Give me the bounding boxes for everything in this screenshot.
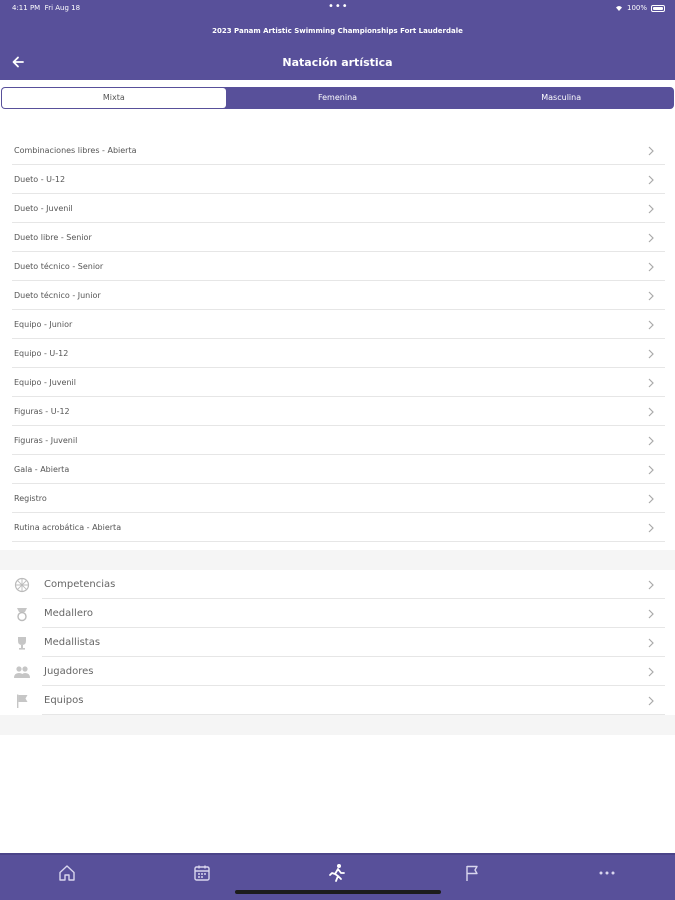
event-row[interactable]: Gala - Abierta <box>0 455 675 484</box>
chevron-right-icon <box>648 175 654 185</box>
event-label: Dueto - Juvenil <box>14 204 73 213</box>
chevron-right-icon <box>648 465 654 475</box>
menu-item-jugadores[interactable]: Jugadores <box>0 657 675 686</box>
competitions-icon <box>12 576 32 594</box>
event-row[interactable]: Dueto - Juvenil <box>0 194 675 223</box>
flag-icon <box>466 865 478 881</box>
chevron-right-icon <box>648 523 654 533</box>
event-label: Dueto técnico - Junior <box>14 291 101 300</box>
event-label: Dueto libre - Senior <box>14 233 92 242</box>
status-bar: 4:11 PM Fri Aug 18 ••• 100% <box>0 0 675 18</box>
event-row[interactable]: Equipo - Junior <box>0 310 675 339</box>
event-row[interactable]: Registro <box>0 484 675 513</box>
chevron-right-icon <box>648 320 654 330</box>
gender-segmented-control: Mixta Femenina Masculina <box>1 87 674 109</box>
menu-item-medallero[interactable]: Medallero <box>0 599 675 628</box>
chevron-right-icon <box>648 609 654 619</box>
tab-teams[interactable] <box>460 861 484 885</box>
event-row[interactable]: Rutina acrobática - Abierta <box>0 513 675 542</box>
battery-percent: 100% <box>626 4 647 12</box>
chevron-right-icon <box>648 146 654 156</box>
tab-home[interactable] <box>55 861 79 885</box>
menu-item-equipos[interactable]: Equipos <box>0 686 675 715</box>
flag-icon <box>12 692 32 710</box>
chevron-right-icon <box>648 291 654 301</box>
segment-mixta[interactable]: Mixta <box>2 88 226 108</box>
section-separator <box>0 715 675 735</box>
multitasking-dots-icon[interactable]: ••• <box>328 1 349 12</box>
trophy-icon <box>12 634 32 652</box>
event-label: Rutina acrobática - Abierta <box>14 523 122 532</box>
chevron-right-icon <box>648 407 654 417</box>
event-row[interactable]: Dueto técnico - Senior <box>0 252 675 281</box>
chevron-right-icon <box>648 204 654 214</box>
menu-item-label: Equipos <box>44 695 84 706</box>
chevron-right-icon <box>648 638 654 648</box>
chevron-right-icon <box>648 436 654 446</box>
event-row[interactable]: Dueto técnico - Junior <box>0 281 675 310</box>
sport-menu-list: Competencias Medallero Medallistas Jugad… <box>0 570 675 715</box>
medal-table-icon <box>12 605 32 623</box>
event-label: Figuras - U-12 <box>14 407 70 416</box>
section-separator <box>0 550 675 570</box>
menu-item-medallistas[interactable]: Medallistas <box>0 628 675 657</box>
players-icon <box>12 663 32 681</box>
segment-femenina[interactable]: Femenina <box>226 88 450 108</box>
home-icon <box>59 865 75 881</box>
chevron-right-icon <box>648 696 654 706</box>
chevron-right-icon <box>648 233 654 243</box>
chevron-right-icon <box>648 349 654 359</box>
event-label: Registro <box>14 494 47 503</box>
event-label: Gala - Abierta <box>14 465 70 474</box>
chevron-right-icon <box>648 262 654 272</box>
runner-icon <box>329 864 345 882</box>
event-row[interactable]: Combinaciones libres - Abierta <box>0 136 675 165</box>
segment-bar: Mixta Femenina Masculina <box>0 80 675 112</box>
tab-schedule[interactable] <box>190 861 214 885</box>
status-right: 100% <box>615 4 665 12</box>
chevron-right-icon <box>648 378 654 388</box>
page-title: Natación artística <box>282 56 393 69</box>
event-row[interactable]: Figuras - Juvenil <box>0 426 675 455</box>
tab-sports[interactable] <box>325 861 349 885</box>
calendar-icon <box>194 865 210 881</box>
event-label: Equipo - Junior <box>14 320 73 329</box>
event-label: Equipo - U-12 <box>14 349 69 358</box>
event-row[interactable]: Dueto - U-12 <box>0 165 675 194</box>
more-icon <box>599 871 615 875</box>
chevron-right-icon <box>648 667 654 677</box>
app-title: 2023 Panam Artistic Swimming Championshi… <box>0 18 675 44</box>
event-row[interactable]: Equipo - U-12 <box>0 339 675 368</box>
wifi-icon <box>615 6 622 11</box>
event-label: Combinaciones libres - Abierta <box>14 146 137 155</box>
battery-icon <box>651 4 665 12</box>
event-label: Equipo - Juvenil <box>14 378 76 387</box>
chevron-right-icon <box>648 494 654 504</box>
status-time: 4:11 PM Fri Aug 18 <box>12 4 81 12</box>
event-row[interactable]: Figuras - U-12 <box>0 397 675 426</box>
nav-header: Natación artística <box>0 44 675 80</box>
menu-item-label: Competencias <box>44 579 116 590</box>
event-label: Dueto - U-12 <box>14 175 66 184</box>
event-label: Dueto técnico - Senior <box>14 262 104 271</box>
menu-item-label: Medallistas <box>44 637 101 648</box>
events-list: Combinaciones libres - Abierta Dueto - U-… <box>0 136 675 542</box>
segment-masculina[interactable]: Masculina <box>449 88 673 108</box>
menu-item-competencias[interactable]: Competencias <box>0 570 675 599</box>
menu-item-label: Jugadores <box>44 666 94 677</box>
event-row[interactable]: Equipo - Juvenil <box>0 368 675 397</box>
event-label: Figuras - Juvenil <box>14 436 78 445</box>
home-indicator <box>235 890 441 894</box>
event-row[interactable]: Dueto libre - Senior <box>0 223 675 252</box>
chevron-right-icon <box>648 580 654 590</box>
tab-more[interactable] <box>595 861 619 885</box>
menu-item-label: Medallero <box>44 608 93 619</box>
